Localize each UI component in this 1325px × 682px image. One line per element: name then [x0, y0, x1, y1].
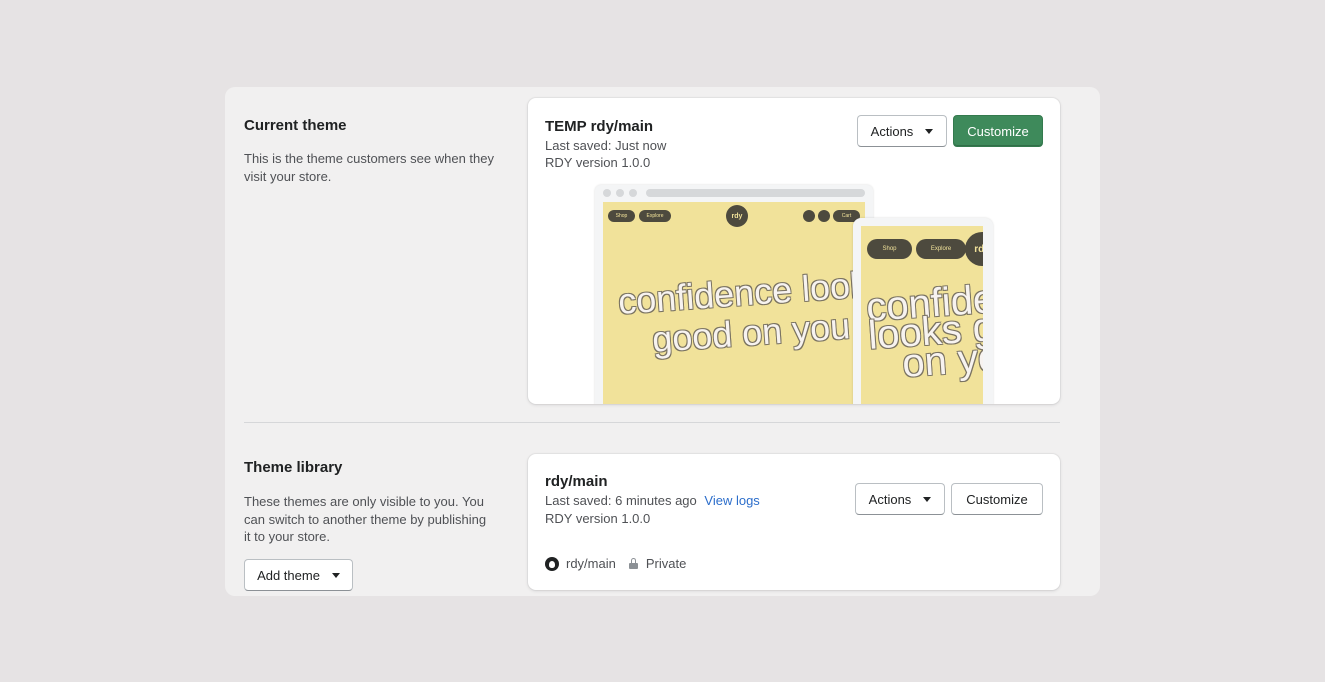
mobile-hero-line-3: on yo — [900, 335, 983, 386]
nav-shop-pill: Shop — [608, 210, 635, 222]
themes-panel: Current theme This is the theme customer… — [225, 87, 1100, 596]
current-theme-saved: Last saved: Just now — [545, 138, 667, 153]
search-icon — [803, 210, 815, 222]
library-actions-label: Actions — [868, 491, 912, 507]
mobile-logo-icon: rdy — [965, 232, 983, 266]
window-dots — [603, 189, 637, 197]
library-theme-version: RDY version 1.0.0 — [545, 511, 651, 526]
logo-icon: rdy — [726, 205, 748, 227]
section-divider — [244, 422, 1060, 423]
visibility-label: Private — [645, 556, 687, 571]
library-actions-button[interactable]: Actions — [855, 483, 945, 515]
library-theme-card: rdy/main Last saved: 6 minutes ago View … — [528, 454, 1060, 590]
repo-name: rdy/main — [566, 556, 616, 571]
actions-button[interactable]: Actions — [857, 115, 947, 147]
library-theme-name: rdy/main — [545, 473, 608, 490]
current-theme-description: This is the theme customers see when the… — [244, 151, 495, 184]
theme-repo-name: rdy/main — [590, 118, 654, 135]
caret-down-icon — [925, 128, 934, 134]
add-theme-button[interactable]: Add theme — [244, 559, 353, 591]
account-icon — [818, 210, 830, 222]
theme-library-description: These themes are only visible to you. Yo… — [244, 494, 487, 544]
mobile-preview: Shop Explore rdy confiden looks go on yo — [853, 218, 993, 404]
current-theme-name: TEMP rdy/main — [545, 118, 653, 135]
caret-down-icon — [923, 496, 932, 502]
theme-prefix: TEMP — [545, 118, 587, 135]
actions-label: Actions — [870, 123, 914, 139]
library-theme-saved-row: Last saved: 6 minutes ago View logs — [545, 492, 760, 510]
view-logs-link[interactable]: View logs — [704, 493, 759, 508]
library-theme-saved: Last saved: 6 minutes ago — [545, 493, 697, 508]
library-customize-button[interactable]: Customize — [951, 483, 1043, 515]
customize-button[interactable]: Customize — [953, 115, 1043, 147]
nav-explore-pill: Explore — [639, 210, 671, 222]
lock-icon — [628, 558, 638, 569]
add-theme-label: Add theme — [257, 567, 320, 583]
current-theme-version: RDY version 1.0.0 — [545, 155, 651, 170]
desktop-preview: Shop Explore rdy Cart confidence looks g… — [595, 185, 873, 404]
repo-info: rdy/main Private — [545, 556, 686, 571]
caret-down-icon — [331, 572, 340, 578]
mobile-nav-explore-pill: Explore — [916, 239, 966, 259]
url-bar — [646, 189, 865, 197]
mobile-screen: Shop Explore rdy confiden looks go on yo — [861, 226, 983, 404]
current-theme-title: Current theme — [244, 117, 347, 134]
theme-preview[interactable]: Shop Explore rdy Cart confidence looks g… — [595, 185, 993, 404]
current-theme-card: TEMP rdy/main Last saved: Just now RDY v… — [528, 98, 1060, 404]
desktop-screen: Shop Explore rdy Cart confidence looks g… — [603, 202, 865, 404]
theme-library-title: Theme library — [244, 459, 343, 476]
github-icon — [545, 556, 559, 571]
mobile-nav-shop-pill: Shop — [867, 239, 912, 259]
